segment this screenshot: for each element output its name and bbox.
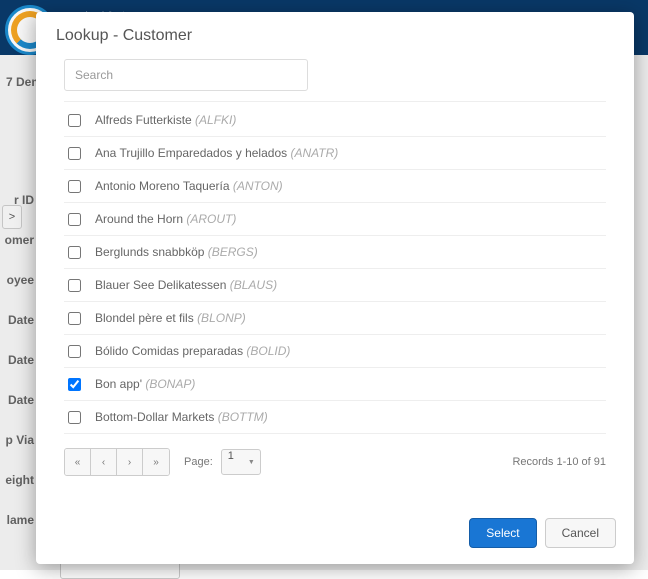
chevron-left-icon: ‹	[102, 457, 105, 468]
list-item[interactable]: Bólido Comidas preparadas (BOLID)	[64, 335, 606, 368]
pager-prev-button[interactable]: ‹	[91, 449, 117, 475]
list-item-name: Bottom-Dollar Markets (BOTTM)	[95, 410, 268, 424]
list-item[interactable]: Bottom-Dollar Markets (BOTTM)	[64, 401, 606, 434]
records-text: Records 1-10 of 91	[512, 456, 606, 468]
cancel-button[interactable]: Cancel	[545, 518, 616, 548]
double-chevron-left-icon: «	[75, 457, 81, 468]
list-item-name: Ana Trujillo Emparedados y helados (ANAT…	[95, 146, 338, 160]
list-item-name: Berglunds snabbköp (BERGS)	[95, 245, 258, 259]
list-item[interactable]: Ana Trujillo Emparedados y helados (ANAT…	[64, 137, 606, 170]
list-item-name: Alfreds Futterkiste (ALFKI)	[95, 113, 236, 127]
list-item-checkbox[interactable]	[68, 345, 81, 358]
customer-list: Alfreds Futterkiste (ALFKI) Ana Trujillo …	[64, 104, 606, 434]
list-item[interactable]: Antonio Moreno Taquería (ANTON)	[64, 170, 606, 203]
modal-header: Lookup - Customer	[36, 12, 634, 53]
modal-footer: Select Cancel	[36, 504, 634, 564]
search-input[interactable]	[64, 59, 308, 91]
list-item-code: (ANTON)	[233, 179, 283, 193]
list-item-checkbox[interactable]	[68, 213, 81, 226]
list-item[interactable]: Berglunds snabbköp (BERGS)	[64, 236, 606, 269]
list-item-name: Blondel père et fils (BLONP)	[95, 311, 246, 325]
pager-first-button[interactable]: «	[65, 449, 91, 475]
list-item-checkbox[interactable]	[68, 114, 81, 127]
list-item-name: Antonio Moreno Taquería (ANTON)	[95, 179, 283, 193]
list-item-checkbox[interactable]	[68, 411, 81, 424]
list-item-checkbox[interactable]	[68, 147, 81, 160]
list-item-checkbox[interactable]	[68, 279, 81, 292]
list-item-checkbox[interactable]	[68, 180, 81, 193]
list-item-code: (AROUT)	[186, 212, 236, 226]
list-item[interactable]: Alfreds Futterkiste (ALFKI)	[64, 104, 606, 137]
list-item-name: Bólido Comidas preparadas (BOLID)	[95, 344, 290, 358]
list-item-code: (BERGS)	[208, 245, 258, 259]
list-item-name: Around the Horn (AROUT)	[95, 212, 236, 226]
chevron-right-icon: ›	[128, 457, 131, 468]
modal-title: Lookup - Customer	[56, 27, 614, 45]
list-item-name: Bon app' (BONAP)	[95, 377, 195, 391]
lookup-modal: Lookup - Customer Alfreds Futterkiste (A…	[36, 12, 634, 564]
pager-buttons: « ‹ › »	[64, 448, 170, 476]
list-item[interactable]: Bon app' (BONAP)	[64, 368, 606, 401]
list-item-code: (BOLID)	[246, 344, 290, 358]
list-item-code: (BLAUS)	[230, 278, 277, 292]
list-item-code: (BONAP)	[145, 377, 195, 391]
list-item-code: (BLONP)	[197, 311, 246, 325]
list-item-code: (ALFKI)	[195, 113, 236, 127]
pager-row: « ‹ › » Page: 1 Records 1-10 of 91	[64, 434, 606, 476]
list-item-checkbox[interactable]	[68, 312, 81, 325]
select-button[interactable]: Select	[469, 518, 536, 548]
pager-last-button[interactable]: »	[143, 449, 169, 475]
page-label: Page:	[184, 456, 213, 468]
list-item-checkbox[interactable]	[68, 378, 81, 391]
list-item-name: Blauer See Delikatessen (BLAUS)	[95, 278, 277, 292]
list-item-code: (BOTTM)	[218, 410, 268, 424]
modal-body: Alfreds Futterkiste (ALFKI) Ana Trujillo …	[36, 53, 634, 504]
page-number: 1	[228, 450, 234, 462]
list-item[interactable]: Blauer See Delikatessen (BLAUS)	[64, 269, 606, 302]
page-select[interactable]: 1	[221, 449, 261, 475]
list-item[interactable]: Around the Horn (AROUT)	[64, 203, 606, 236]
double-chevron-right-icon: »	[153, 457, 159, 468]
pager-next-button[interactable]: ›	[117, 449, 143, 475]
list-item[interactable]: Blondel père et fils (BLONP)	[64, 302, 606, 335]
list-item-code: (ANATR)	[290, 146, 338, 160]
divider	[64, 101, 606, 102]
list-item-checkbox[interactable]	[68, 246, 81, 259]
